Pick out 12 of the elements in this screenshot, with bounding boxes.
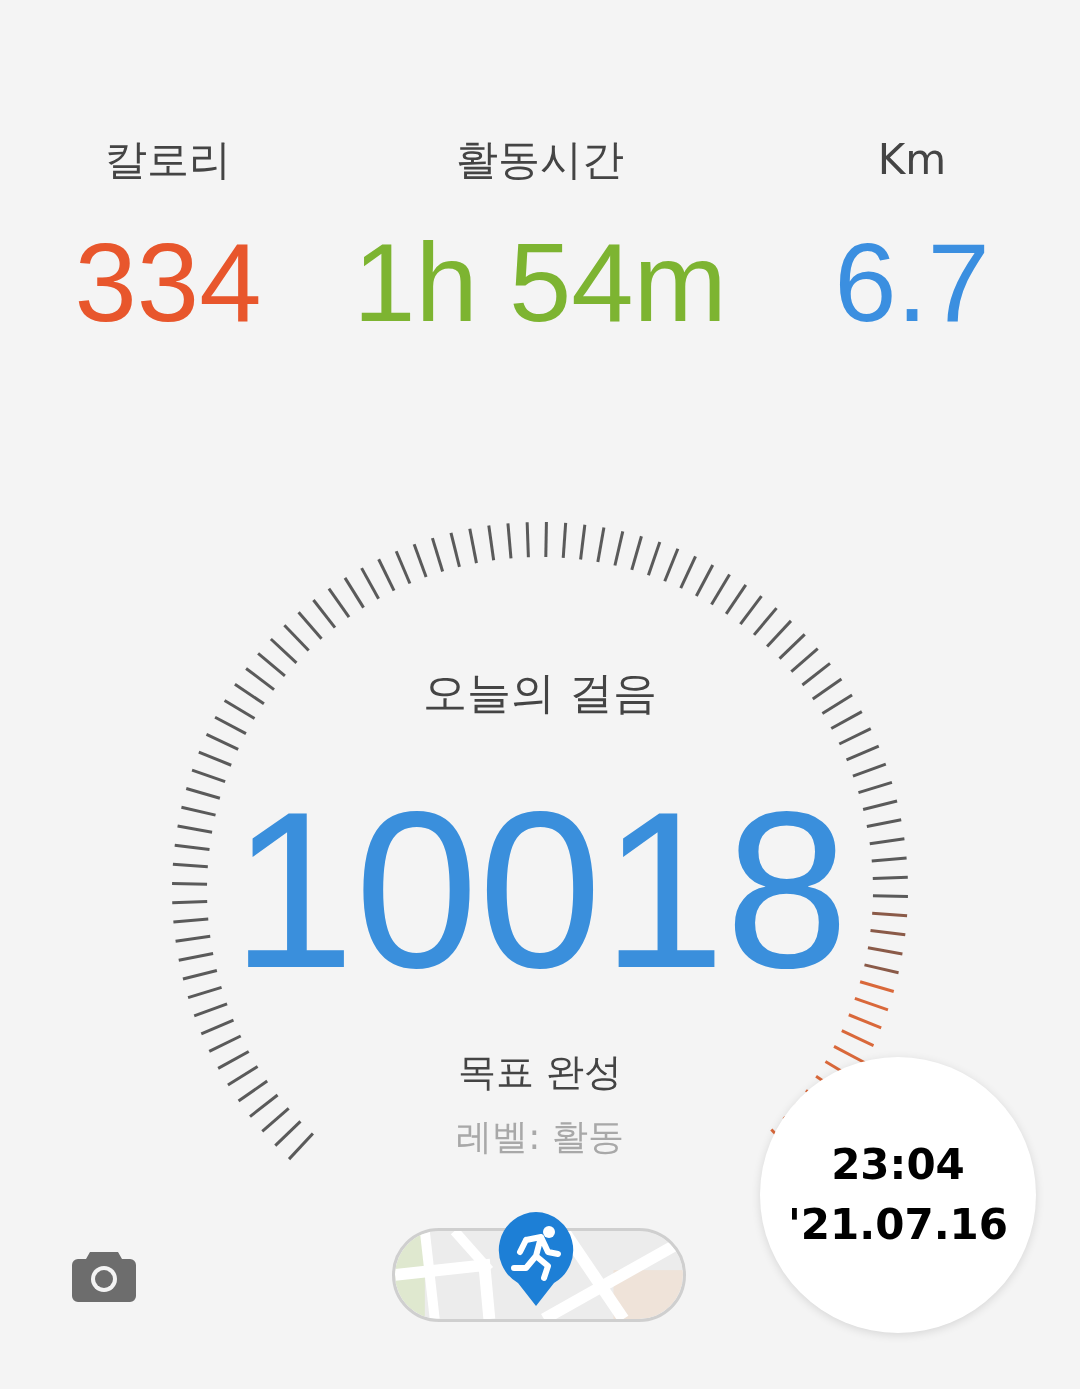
metric-value: 334 — [74, 223, 262, 343]
metric-label: 활동시간 — [456, 135, 624, 185]
goal-status: 목표 완성 — [457, 1049, 623, 1096]
metric-value: 6.7 — [834, 223, 990, 343]
metric-label: 칼로리 — [105, 135, 231, 185]
metric-value: 1h 54m — [353, 223, 727, 343]
metric-label: Km — [877, 135, 947, 185]
timestamp-time: 23:04 — [831, 1139, 965, 1191]
step-count: 10018 — [231, 790, 849, 990]
timestamp-date: '21.07.16 — [787, 1199, 1009, 1251]
activity-level: 레벨: 활동 — [456, 1115, 624, 1159]
steps-title: 오늘의 걸음 — [423, 666, 657, 720]
